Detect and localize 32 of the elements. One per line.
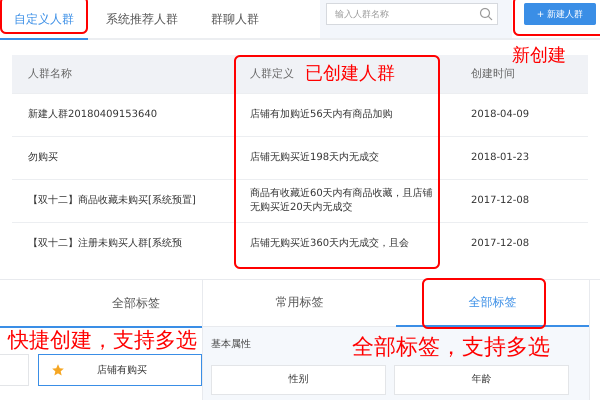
tag-label: 店铺有购买 <box>96 364 147 377</box>
tag-card[interactable]: 年龄 <box>394 365 569 395</box>
tab[interactable]: 群聊人群 <box>196 0 274 40</box>
column-header: 创建时间 <box>471 66 515 82</box>
tab[interactable]: 全部标签 <box>0 280 202 328</box>
tag-card[interactable]: 店铺有购买 <box>38 354 202 386</box>
table-cell-text: 勿购买 <box>27 150 59 165</box>
annotation-text: 全部标签，支持多选 <box>352 336 550 360</box>
column-header: 人群定义 <box>250 66 294 82</box>
table-cell-text: 2017-12-08 <box>470 236 530 251</box>
column-header: 人群名称 <box>28 66 72 82</box>
table-cell-text: 【双十二】商品收藏未购买[系统预置] <box>27 194 197 208</box>
table-cell-text: 【双十二】注册未购买人群[系统预 <box>27 236 183 251</box>
annotation-text: 已创建人群 <box>305 64 395 84</box>
annotation-text: 快捷创建，支持多选 <box>8 329 197 352</box>
tag-card[interactable] <box>0 354 29 386</box>
table-cell-text: 2018-04-09 <box>470 108 530 122</box>
search-icon <box>479 7 493 21</box>
table-cell-text: 店铺无购买近198天内无成交 <box>249 150 380 165</box>
table-cell-text: 商品有收藏近60天内有商品收藏，且店铺无购买近20天内无成交 <box>249 186 434 215</box>
table-cell-text: 新建人群20180409153640 <box>27 108 158 122</box>
section-title: 基本属性 <box>211 338 251 351</box>
star-icon <box>50 363 65 377</box>
tab[interactable]: 常用标签 <box>203 280 396 327</box>
search-field[interactable]: 输入人群名称 <box>326 3 498 25</box>
tag-card[interactable]: 性别 <box>211 365 386 395</box>
table-cell-text: 店铺无购买近360天内无成交，且会 <box>249 236 410 251</box>
tab[interactable]: 系统推荐人群 <box>88 0 196 40</box>
annotation-text: 新创建 <box>512 46 566 66</box>
table-cell-text: 店铺有加购近56天内有商品加购 <box>249 108 394 122</box>
table-cell-text: 2018-01-23 <box>470 150 530 165</box>
table-cell-text: 2017-12-08 <box>470 194 530 208</box>
